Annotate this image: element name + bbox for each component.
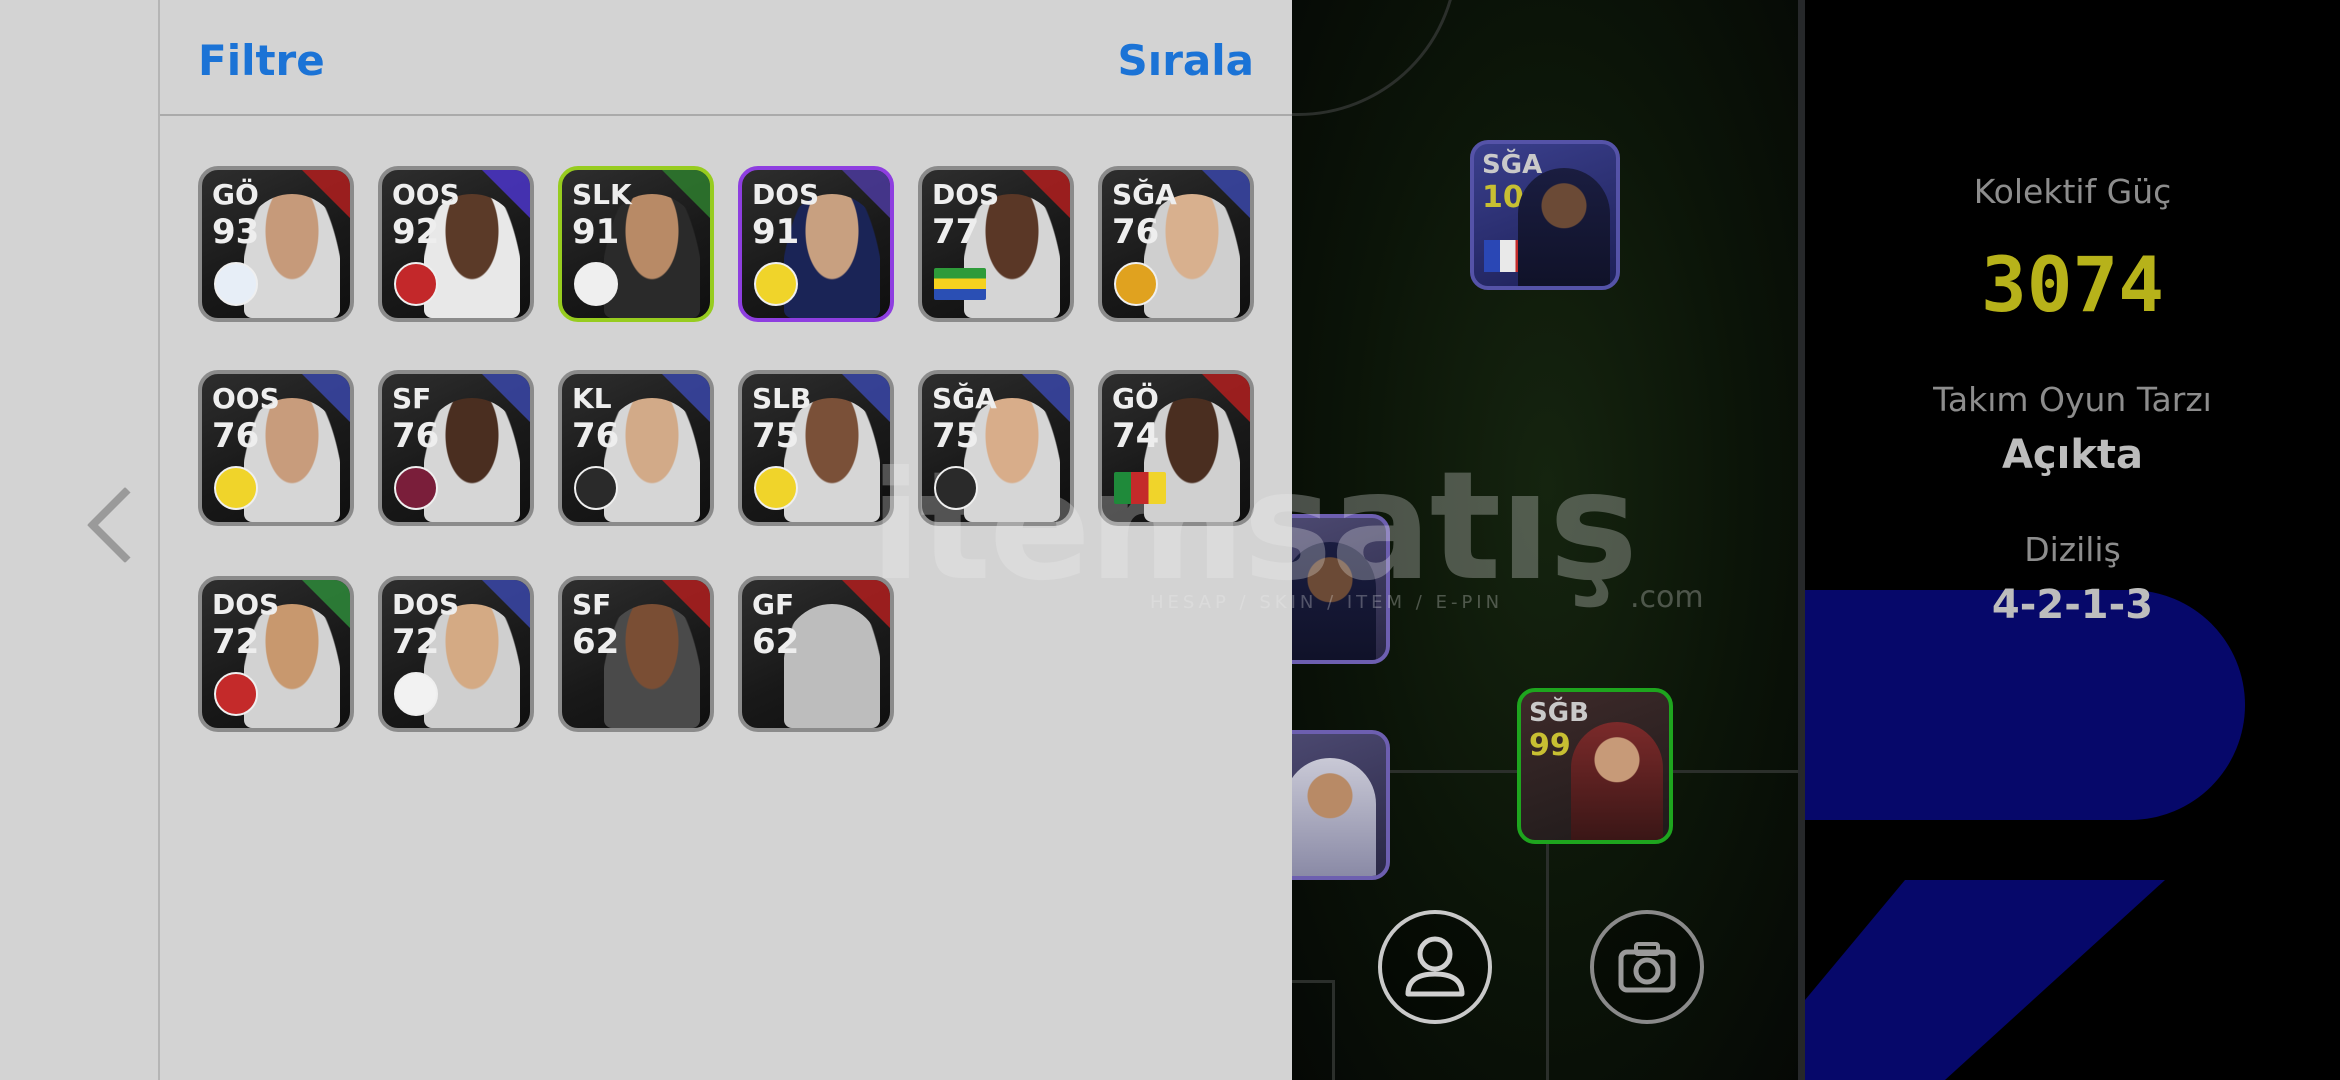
player-position: GÖ [1112,382,1159,415]
panel-header: Filtre Sırala [160,0,1292,116]
player-card[interactable]: SLK 91 [558,166,714,322]
player-position: DOS [932,178,1000,211]
player-card[interactable]: KL 76 [558,370,714,526]
player-position: SLB [752,382,812,415]
pitch-arc [1292,0,1458,116]
player-position: GF [752,588,795,621]
player-rating: 62 [572,622,620,662]
club-badge-icon [394,262,438,306]
chevron-left-icon[interactable] [86,486,164,564]
player-position: SĞA [1482,150,1543,180]
player-card[interactable]: GÖ 93 [198,166,354,322]
pitch-box [1292,980,1335,1080]
player-card[interactable]: DOS 72 [378,576,534,732]
player-card[interactable]: OOS 76 [198,370,354,526]
player-position: SLK [572,178,632,211]
player-position: DOS [212,588,280,621]
player-card[interactable]: DOS 72 [198,576,354,732]
sort-button[interactable]: Sırala [1118,36,1254,85]
player-rating: 91 [752,212,800,252]
player-card[interactable]: SĞA 76 [1098,166,1254,322]
player-photo [1284,542,1376,660]
collective-power-label: Kolektif Güç [1973,172,2172,211]
player-selection-panel: Filtre Sırala GÖ 93 OOS 92 SLK 91 DOS 91… [160,0,1292,1080]
player-rating: 76 [392,416,440,456]
player-card[interactable]: OOS 92 [378,166,534,322]
player-card[interactable]: SF 62 [558,576,714,732]
player-rating: 92 [392,212,440,252]
pitch-player-card-selected[interactable]: SĞB 99 [1517,688,1673,844]
player-position: KL [572,382,612,415]
club-badge-icon [214,262,258,306]
player-rating: 62 [752,622,800,662]
club-badge-icon [574,262,618,306]
formation-label: Diziliş [2024,530,2121,569]
player-rating: 74 [1112,416,1160,456]
player-position: DOS [392,588,460,621]
collective-power-value: 3074 [1980,240,2165,329]
team-info-panel: Kolektif Güç 3074 Takım Oyun Tarzı Açıkt… [1805,0,2340,1080]
club-badge-icon [214,672,258,716]
formation-value: 4-2-1-3 [1991,582,2154,628]
player-rating: 77 [932,212,980,252]
side-strip [0,0,164,1080]
player-rating: 91 [572,212,620,252]
player-photo [1518,168,1610,286]
player-card-empty[interactable]: GF 62 [738,576,894,732]
player-position: OOS [392,178,460,211]
player-photo [1284,758,1376,876]
flag-icon [934,268,986,300]
player-rating: 72 [212,622,260,662]
player-rating: 76 [212,416,260,456]
club-badge-icon [214,466,258,510]
player-position: DOS [752,178,820,211]
club-badge-icon [394,466,438,510]
player-position: SĞB [1529,698,1589,728]
player-card[interactable]: DOS 77 [918,166,1074,322]
filter-button[interactable]: Filtre [198,36,325,85]
decorative-shape [1805,880,2165,1080]
player-position: SĞA [1112,178,1177,211]
player-rating: 99 [1529,728,1571,763]
person-icon [1405,936,1465,997]
player-position: SĞA [932,382,997,415]
player-photo [1571,722,1663,840]
player-rating: 75 [932,416,980,456]
team-style-label: Takım Oyun Tarzı [1933,380,2212,419]
club-badge-icon [934,466,978,510]
club-badge-icon [574,466,618,510]
player-position: OOS [212,382,280,415]
player-position: GÖ [212,178,259,211]
camera-button[interactable] [1590,910,1704,1024]
player-position: SF [572,588,612,621]
player-rating: 93 [212,212,260,252]
club-badge-icon [754,262,798,306]
player-rating: 76 [1112,212,1160,252]
player-card[interactable]: GÖ 74 [1098,370,1254,526]
flag-icon [1114,472,1166,504]
pitch-player-card[interactable]: SĞA 100 [1470,140,1620,290]
player-rating: 72 [392,622,440,662]
team-style-value: Açıkta [2001,432,2144,478]
player-card[interactable]: SLB 75 [738,370,894,526]
profile-button[interactable] [1378,910,1492,1024]
player-rating: 75 [752,416,800,456]
player-rating: 76 [572,416,620,456]
player-position: SF [392,382,432,415]
player-card[interactable]: DOS 91 [738,166,894,322]
player-card[interactable]: SF 76 [378,370,534,526]
player-card[interactable]: SĞA 75 [918,370,1074,526]
panel-divider [1798,0,1805,1080]
club-badge-icon [1114,262,1158,306]
camera-icon [1618,942,1676,993]
club-badge-icon [754,466,798,510]
club-badge-icon [394,672,438,716]
